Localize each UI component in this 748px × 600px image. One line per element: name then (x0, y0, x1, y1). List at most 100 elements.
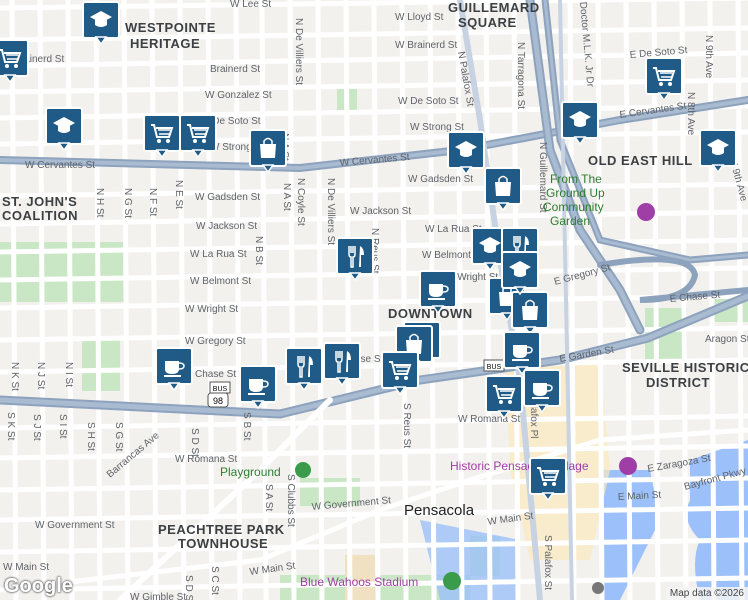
street-n-8th: N 8th Ave (685, 92, 696, 136)
shopping-marker[interactable] (511, 291, 549, 335)
street-n-i: N I St (63, 362, 74, 387)
poi-playground: Playground (220, 465, 281, 479)
street-s-reus: S Reus St (401, 403, 412, 448)
street-w-wright-w: W Wright St (185, 304, 238, 315)
svg-text:BUS: BUS (213, 386, 228, 393)
street-w-gonzalez: W Gonzalez St (205, 90, 272, 101)
poi-historic-village: Historic Pensacola Village (450, 459, 589, 473)
area-guillemard-1: GUILLEMARD (448, 0, 540, 15)
school-marker[interactable] (699, 129, 737, 173)
street-w-la-rua-w: W La Rua St (190, 249, 247, 260)
restaurant-marker[interactable] (323, 342, 361, 386)
street-w-gimble: W Gimble St (130, 592, 186, 600)
grocery-marker[interactable] (381, 351, 419, 395)
bus-shield-1: BUS (483, 359, 505, 372)
google-logo: Google (4, 575, 73, 597)
area-peachtree-1: PEACHTREE PARK (158, 522, 285, 537)
restaurant-marker[interactable] (336, 237, 374, 281)
city-pensacola: Pensacola (404, 502, 475, 519)
street-s-k: S K St (5, 412, 16, 441)
svg-text:BUS: BUS (487, 364, 502, 371)
tree-icon[interactable] (295, 462, 311, 478)
stadium-icon[interactable] (443, 572, 461, 590)
bus-shield-2: BUS (209, 381, 231, 394)
street-s-a: S A St (263, 484, 274, 511)
grocery-marker[interactable] (645, 57, 683, 101)
school-marker[interactable] (561, 101, 599, 145)
map-attribution: Map data ©2026 (665, 587, 748, 600)
street-w-belmont-w: W Belmont St (190, 276, 251, 287)
area-peachtree-2: TOWNHOUSE (178, 536, 268, 551)
grocery-marker[interactable] (179, 114, 217, 158)
street-s-c: S C St (209, 566, 220, 595)
cafe-marker[interactable] (155, 347, 193, 391)
street-s-palafox: S Palafox St (542, 535, 553, 590)
street-n-de-villiers: N De Villiers St (293, 18, 304, 85)
cafe-marker[interactable] (503, 331, 541, 375)
grocery-marker[interactable] (0, 39, 29, 83)
poi-ground-up-4: Garden (550, 214, 590, 228)
street-s-h: S H St (85, 422, 96, 451)
grocery-marker[interactable] (143, 114, 181, 158)
street-w-romana-e: W Romana St (458, 414, 520, 425)
cafe-marker[interactable] (523, 369, 561, 413)
street-w-lloyd: W Lloyd St (395, 12, 444, 23)
school-marker[interactable] (447, 131, 485, 175)
street-n-h: N H St (94, 188, 105, 218)
area-westpointe-2: HERITAGE (130, 36, 200, 51)
poi-ground-up-3: Community (543, 200, 604, 214)
street-n-b: N B St (253, 236, 264, 265)
street-s-d-2: S D St (183, 575, 194, 600)
street-s-d: S D St (189, 428, 200, 457)
shopping-marker[interactable] (249, 129, 287, 173)
street-aragon: Aragon St (705, 334, 748, 345)
street-w-main-w: W Main St (3, 562, 49, 573)
street-w-gadsden-w: W Gadsden St (195, 192, 260, 203)
street-w-government: W Government St (35, 520, 115, 531)
restaurant-marker[interactable] (285, 347, 323, 391)
street-n-k: N K St (9, 362, 20, 391)
us98-shield: 98 (207, 392, 229, 408)
museum-icon[interactable] (619, 457, 637, 475)
street-brainerd: Brainerd St (210, 64, 260, 75)
shopping-marker[interactable] (484, 167, 522, 211)
street-w-gregory: W Gregory St (185, 336, 246, 347)
svg-text:98: 98 (213, 396, 223, 406)
cafe-marker[interactable] (239, 365, 277, 409)
street-n-coyle: N Coyle St (295, 178, 306, 226)
street-n-e: N E St (173, 180, 184, 209)
street-n-j: N J St (35, 362, 46, 389)
street-n-9th: N 9th Ave (703, 35, 714, 79)
street-w-cervantes: W Cervantes St (25, 160, 95, 171)
street-s-i: S I St (57, 414, 68, 439)
street-w-de-soto: W De Soto St (398, 96, 459, 107)
area-st-johns-1: ST. JOHN'S (2, 194, 77, 209)
street-w-lee: W Lee St (230, 0, 271, 10)
street-w-gadsden-e: W Gadsden St (408, 174, 473, 185)
area-st-johns-2: COALITION (2, 208, 78, 223)
street-s-g: S G St (113, 422, 124, 452)
street-s-j: S J St (31, 414, 42, 441)
school-marker[interactable] (82, 1, 120, 45)
school-marker[interactable] (501, 251, 539, 295)
area-seville-2: DISTRICT (646, 375, 710, 390)
street-n-tarragona: N Tarragona St (515, 42, 526, 109)
street-w-brainerd-e: W Brainerd St (395, 40, 457, 51)
school-marker[interactable] (45, 107, 83, 151)
map-canvas[interactable]: 98 BUS BUS W Lee St W Lloyd St W Brainer… (0, 0, 748, 600)
cafe-marker[interactable] (419, 270, 457, 314)
street-s-b: S B St (241, 412, 252, 441)
poi-ground-up-1: From The (550, 172, 602, 186)
transit-icon[interactable] (592, 582, 604, 594)
grocery-marker[interactable] (485, 375, 523, 419)
grocery-marker[interactable] (529, 457, 567, 501)
street-n-de-villiers-2: N De Villiers St (325, 178, 336, 245)
street-s-clubbs: S Clubbs St (285, 474, 296, 527)
area-seville-1: SEVILLE HISTORIC (622, 360, 748, 375)
garden-icon[interactable] (637, 203, 655, 221)
area-westpointe-1: WESTPOINTE (125, 20, 216, 35)
street-n-f: N F St (147, 188, 158, 217)
street-w-jackson-e: W Jackson St (350, 206, 411, 217)
area-downtown: DOWNTOWN (388, 306, 473, 321)
poi-blue-wahoos: Blue Wahoos Stadium (300, 575, 418, 589)
